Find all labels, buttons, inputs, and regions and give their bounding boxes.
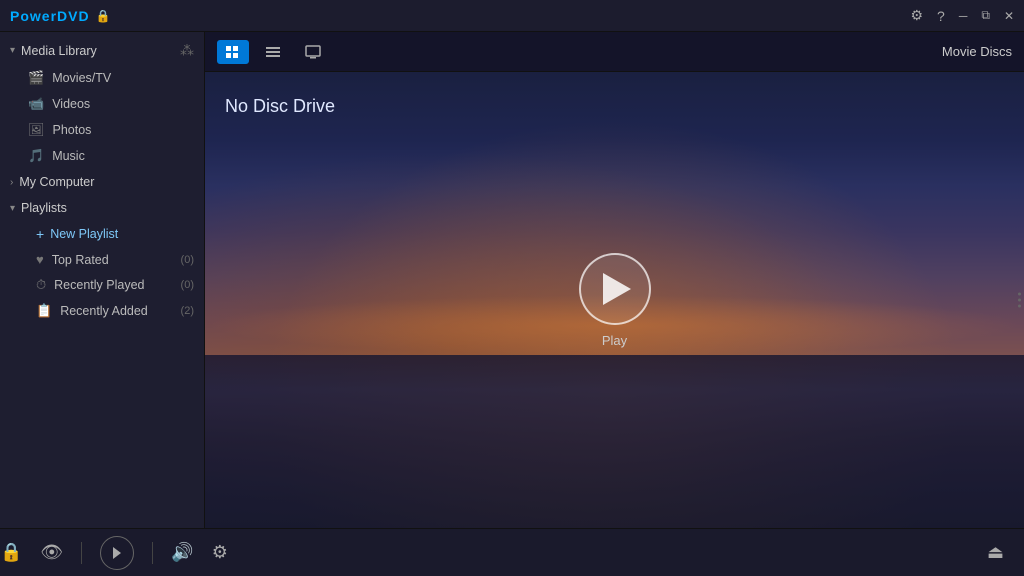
sidebar-item-videos[interactable]: 📹 Videos — [0, 91, 204, 117]
movies-tv-label: Movies/TV — [52, 71, 111, 85]
photos-icon: 🖼 — [28, 122, 45, 138]
dot-3 — [1018, 305, 1021, 308]
tv-view-button[interactable] — [297, 40, 329, 64]
titlebar-left: PowerDVD 🔒 — [10, 8, 111, 24]
videos-icon: 📹 — [28, 96, 44, 112]
recently-played-label: Recently Played — [54, 278, 144, 292]
bg-area: No Disc Drive Play — [205, 72, 1024, 528]
recently-played-count: (0) — [181, 279, 194, 291]
no-disc-label: No Disc Drive — [225, 96, 335, 117]
sidebar-item-recently-added[interactable]: 📋 Recently Added (2) — [0, 298, 204, 324]
play-label: Play — [602, 333, 627, 348]
play-button-container: Play — [579, 253, 651, 348]
grid-view-button[interactable] — [257, 40, 289, 64]
sidebar-collapse-handle[interactable] — [1014, 289, 1024, 312]
music-label: Music — [52, 149, 85, 163]
settings-bottom-icon[interactable]: ⚙ — [212, 542, 228, 563]
movies-tv-icon: 🎬 — [28, 70, 44, 86]
chevron-right-icon: › — [10, 177, 13, 188]
titlebar: PowerDVD 🔒 ⚙ ? ─ ⧉ ✕ — [0, 0, 1024, 32]
dot-2 — [1018, 299, 1021, 302]
lock-icon: 🔒 — [96, 9, 111, 23]
top-rated-count: (0) — [181, 254, 194, 266]
bottombar: 🔒 👁 🔊 ⚙ ⏏ — [0, 528, 1024, 576]
recently-added-label: Recently Added — [60, 304, 148, 318]
close-button[interactable]: ✕ — [1004, 9, 1014, 23]
water-reflection — [205, 355, 1024, 528]
settings-icon[interactable]: ⚙ — [910, 7, 923, 24]
titlebar-controls: ⚙ ? ─ ⧉ ✕ — [910, 7, 1014, 24]
divider-2 — [152, 542, 153, 564]
minimize-button[interactable]: ─ — [959, 9, 968, 23]
playlists-label: Playlists — [21, 201, 67, 215]
chevron-down-icon: ▾ — [10, 45, 15, 56]
chevron-down-icon-2: ▾ — [10, 203, 15, 214]
recently-played-icon: ⏱ — [36, 277, 46, 293]
new-playlist-label: New Playlist — [50, 227, 118, 241]
sidebar-item-recently-played[interactable]: ⏱ Recently Played (0) — [0, 272, 204, 298]
content-title: Movie Discs — [942, 44, 1012, 59]
videos-label: Videos — [52, 97, 90, 111]
play-circle-button[interactable] — [579, 253, 651, 325]
sidebar-item-top-rated[interactable]: ♥ Top Rated (0) — [0, 247, 204, 272]
heart-icon: ♥ — [36, 252, 44, 267]
dot-1 — [1018, 293, 1021, 296]
plus-icon: + — [36, 226, 44, 242]
sidebar-item-music[interactable]: 🎵 Music — [0, 143, 204, 169]
eject-bottom-icon[interactable]: ⏏ — [987, 542, 1004, 563]
eye-bottom-icon[interactable]: 👁 — [40, 542, 63, 563]
sidebar-item-movies-tv[interactable]: 🎬 Movies/TV — [0, 65, 204, 91]
recently-added-icon: 📋 — [36, 303, 52, 319]
volume-bottom-icon[interactable]: 🔊 — [171, 542, 193, 563]
lock-bottom-icon[interactable]: 🔒 — [0, 542, 22, 563]
sidebar-section-my-computer[interactable]: › My Computer — [0, 169, 204, 195]
app-logo: PowerDVD — [10, 8, 90, 24]
sidebar-section-playlists[interactable]: ▾ Playlists — [0, 195, 204, 221]
disc-view-button[interactable] — [217, 40, 249, 64]
new-playlist-button[interactable]: + New Playlist — [0, 221, 204, 247]
play-triangle-icon — [603, 273, 631, 305]
play-transport-button[interactable] — [100, 536, 134, 570]
sidebar-section-media-library[interactable]: ▾ Media Library ⁂ — [0, 36, 204, 65]
music-icon: 🎵 — [28, 148, 44, 164]
my-computer-label: My Computer — [19, 175, 94, 189]
divider-1 — [81, 542, 82, 564]
top-rated-label: Top Rated — [52, 253, 109, 267]
content-header: Movie Discs — [205, 32, 1024, 72]
restore-button[interactable]: ⧉ — [981, 8, 990, 23]
photos-label: Photos — [53, 123, 92, 137]
main-layout: ▾ Media Library ⁂ 🎬 Movies/TV 📹 Videos 🖼… — [0, 32, 1024, 528]
sidebar-media-library-label: Media Library — [21, 44, 97, 58]
sidebar: ▾ Media Library ⁂ 🎬 Movies/TV 📹 Videos 🖼… — [0, 32, 205, 528]
sidebar-item-photos[interactable]: 🖼 Photos — [0, 117, 204, 143]
help-icon[interactable]: ? — [937, 8, 945, 24]
content-area: Movie Discs No Disc Drive Play — [205, 32, 1024, 528]
recently-added-count: (2) — [181, 305, 194, 317]
media-library-actions-icon[interactable]: ⁂ — [180, 42, 194, 59]
